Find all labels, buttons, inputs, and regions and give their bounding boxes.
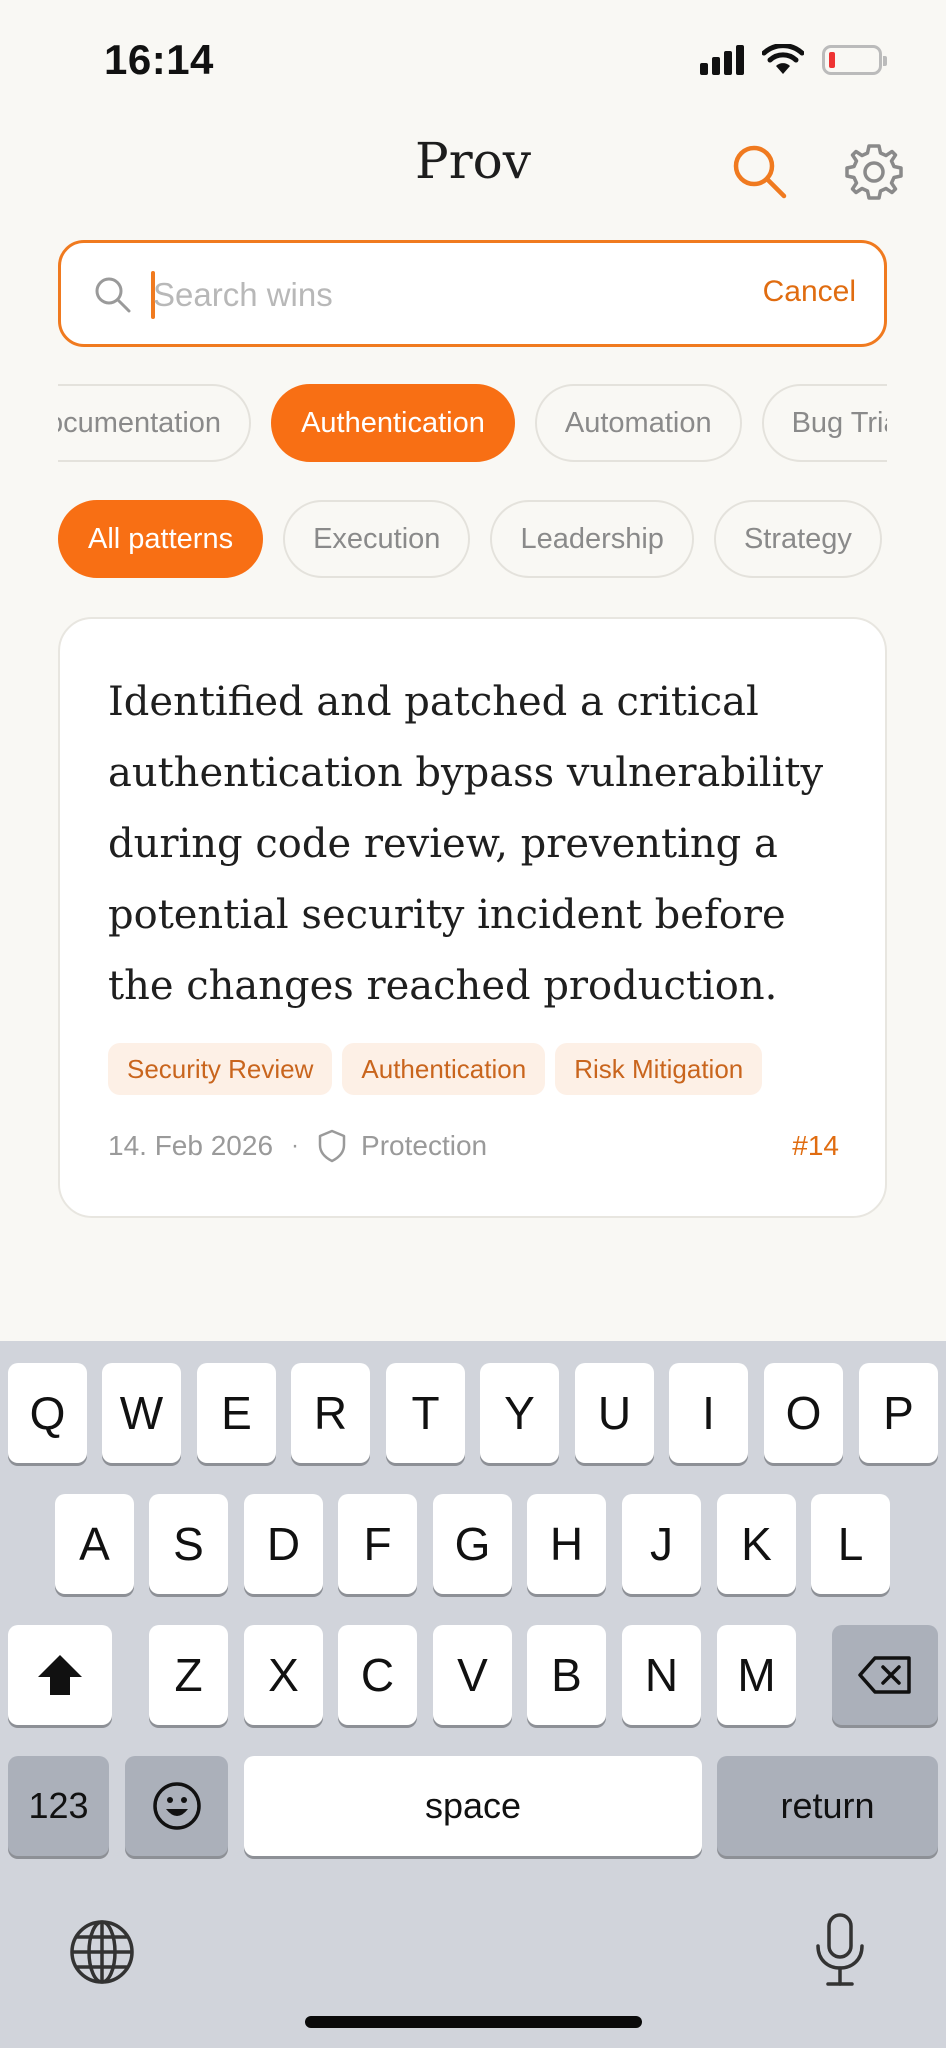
chip-automation[interactable]: Automation bbox=[534, 384, 742, 462]
chip-leadership[interactable]: Leadership bbox=[490, 500, 694, 578]
win-category: Protection bbox=[361, 1130, 488, 1161]
search-input[interactable] bbox=[153, 263, 713, 327]
microphone-icon[interactable] bbox=[808, 1912, 872, 1988]
key-m[interactable]: M bbox=[717, 1625, 796, 1725]
emoji-icon bbox=[152, 1782, 201, 1830]
return-key[interactable]: return bbox=[717, 1756, 938, 1856]
wifi-icon bbox=[762, 44, 804, 74]
key-e[interactable]: E bbox=[197, 1363, 276, 1463]
chip-all-patterns[interactable]: All patterns bbox=[58, 500, 264, 578]
status-icons bbox=[700, 44, 887, 76]
key-n[interactable]: N bbox=[622, 1625, 701, 1725]
key-f[interactable]: F bbox=[338, 1494, 417, 1594]
meta-separator: · bbox=[291, 1132, 300, 1159]
emoji-key[interactable] bbox=[125, 1756, 228, 1856]
key-p[interactable]: P bbox=[859, 1363, 938, 1463]
shift-key[interactable] bbox=[8, 1625, 112, 1725]
key-z[interactable]: Z bbox=[149, 1625, 228, 1725]
chip-strategy[interactable]: Strategy bbox=[713, 500, 882, 578]
space-key[interactable]: space bbox=[244, 1756, 702, 1856]
key-r[interactable]: R bbox=[291, 1363, 370, 1463]
key-y[interactable]: Y bbox=[480, 1363, 559, 1463]
key-a[interactable]: A bbox=[55, 1494, 134, 1594]
key-i[interactable]: I bbox=[669, 1363, 748, 1463]
tag: Risk Mitigation bbox=[555, 1043, 763, 1095]
app-title: Prov bbox=[415, 132, 531, 190]
key-k[interactable]: K bbox=[717, 1494, 796, 1594]
key-h[interactable]: H bbox=[527, 1494, 606, 1594]
key-d[interactable]: D bbox=[244, 1494, 323, 1594]
chip-documentation[interactable]: Documentation bbox=[58, 384, 252, 462]
key-b[interactable]: B bbox=[527, 1625, 606, 1725]
battery-icon bbox=[822, 45, 887, 75]
win-card[interactable]: Identified and patched a critical authen… bbox=[58, 617, 887, 1218]
key-t[interactable]: T bbox=[386, 1363, 465, 1463]
tag-list: Security Review Authentication Risk Miti… bbox=[108, 1043, 763, 1095]
search-field[interactable]: Cancel bbox=[58, 240, 887, 347]
win-number: #14 bbox=[792, 1130, 839, 1161]
key-s[interactable]: S bbox=[149, 1494, 228, 1594]
key-u[interactable]: U bbox=[575, 1363, 654, 1463]
search-icon[interactable] bbox=[728, 140, 792, 204]
key-o[interactable]: O bbox=[764, 1363, 843, 1463]
tag: Authentication bbox=[342, 1043, 546, 1095]
pattern-filter-row[interactable]: All patterns Execution Leadership Strate… bbox=[58, 500, 887, 582]
category-filter-row[interactable]: Documentation Authentication Automation … bbox=[58, 384, 887, 466]
status-time: 16:14 bbox=[104, 36, 214, 83]
win-date: 14. Feb 2026 bbox=[108, 1130, 274, 1161]
chip-execution[interactable]: Execution bbox=[283, 500, 471, 578]
key-x[interactable]: X bbox=[244, 1625, 323, 1725]
home-indicator bbox=[305, 2016, 642, 2028]
globe-icon[interactable] bbox=[68, 1918, 136, 1986]
key-w[interactable]: W bbox=[102, 1363, 181, 1463]
win-description: Identified and patched a critical authen… bbox=[108, 679, 824, 1009]
key-j[interactable]: J bbox=[622, 1494, 701, 1594]
key-g[interactable]: G bbox=[433, 1494, 512, 1594]
key-c[interactable]: C bbox=[338, 1625, 417, 1725]
shift-icon bbox=[38, 1655, 82, 1695]
shield-icon bbox=[318, 1129, 346, 1163]
search-icon bbox=[95, 277, 131, 313]
chip-bug-triage[interactable]: Bug Triage bbox=[761, 384, 887, 462]
cancel-button[interactable]: Cancel bbox=[763, 275, 856, 309]
backspace-icon bbox=[858, 1656, 911, 1694]
key-q[interactable]: Q bbox=[8, 1363, 87, 1463]
status-bar: 16:14 bbox=[0, 0, 946, 110]
cellular-signal-icon bbox=[700, 45, 744, 75]
key-l[interactable]: L bbox=[811, 1494, 890, 1594]
numbers-key[interactable]: 123 bbox=[8, 1756, 109, 1856]
key-v[interactable]: V bbox=[433, 1625, 512, 1725]
win-meta: 14. Feb 2026 · Protection #14 bbox=[108, 1129, 839, 1163]
tag: Security Review bbox=[108, 1043, 333, 1095]
chip-authentication[interactable]: Authentication bbox=[271, 384, 515, 462]
backspace-key[interactable] bbox=[832, 1625, 938, 1725]
gear-icon[interactable] bbox=[842, 140, 906, 204]
